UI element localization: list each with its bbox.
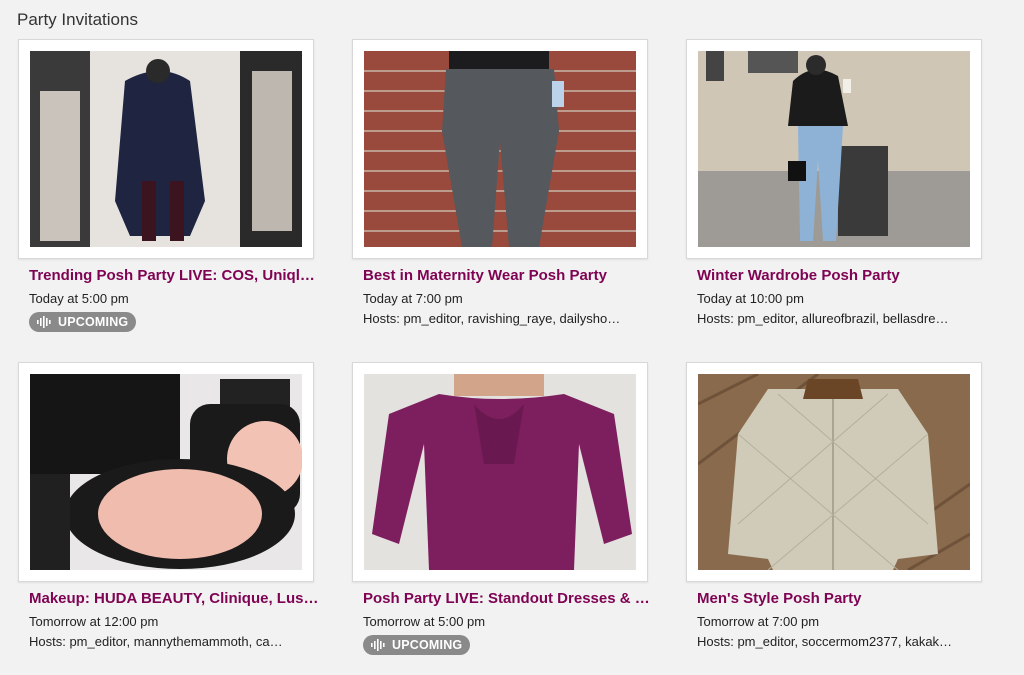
party-thumbnail[interactable] xyxy=(352,362,648,582)
party-hosts: Hosts: pm_editor, ravishing_raye, dailys… xyxy=(363,311,621,326)
page-title: Party Invitations xyxy=(17,10,138,29)
party-title[interactable]: Trending Posh Party LIVE: COS, Uniqlo… xyxy=(29,267,319,284)
party-time: Tomorrow at 12:00 pm xyxy=(29,614,159,629)
party-card-winter[interactable]: Winter Wardrobe Posh Party Today at 10:0… xyxy=(686,39,986,326)
makeup-compact-photo xyxy=(30,374,302,570)
party-title[interactable]: Men's Style Posh Party xyxy=(697,590,987,607)
upcoming-badge: UPCOMING xyxy=(29,312,137,332)
party-hosts: Hosts: pm_editor, allureofbrazil, bellas… xyxy=(697,311,949,326)
badge-label: UPCOMING xyxy=(392,638,463,652)
party-time: Today at 10:00 pm xyxy=(697,291,804,306)
party-title[interactable]: Best in Maternity Wear Posh Party xyxy=(363,267,653,284)
party-time: Tomorrow at 5:00 pm xyxy=(363,614,486,629)
street-puffer-photo xyxy=(698,51,970,247)
quilted-jacket-photo xyxy=(698,374,970,570)
party-title[interactable]: Posh Party LIVE: Standout Dresses & … xyxy=(363,590,653,607)
audio-wave-icon xyxy=(37,316,51,328)
party-time: Today at 5:00 pm xyxy=(29,291,129,306)
party-title[interactable]: Winter Wardrobe Posh Party xyxy=(697,267,987,284)
party-card-maternity[interactable]: Best in Maternity Wear Posh Party Today … xyxy=(352,39,652,326)
party-thumbnail[interactable] xyxy=(686,39,982,259)
audio-wave-icon xyxy=(371,639,385,651)
coat-mirror-photo xyxy=(30,51,302,247)
upcoming-badge: UPCOMING xyxy=(363,635,471,655)
party-card-makeup[interactable]: Makeup: HUDA BEAUTY, Clinique, Lus… Tomo… xyxy=(18,362,318,649)
brick-wall-pants-photo xyxy=(364,51,636,247)
party-card-trending[interactable]: Trending Posh Party LIVE: COS, Uniqlo… T… xyxy=(18,39,319,333)
party-time: Tomorrow at 7:00 pm xyxy=(697,614,820,629)
party-card-mens[interactable]: Men's Style Posh Party Tomorrow at 7:00 … xyxy=(686,362,986,649)
party-thumbnail[interactable] xyxy=(18,362,314,582)
party-hosts: Hosts: pm_editor, mannythemammoth, ca… xyxy=(29,634,283,649)
party-thumbnail[interactable] xyxy=(18,39,314,259)
party-time: Today at 7:00 pm xyxy=(363,291,463,306)
party-hosts: Hosts: pm_editor, soccermom2377, kakak… xyxy=(697,634,953,649)
purple-dress-photo xyxy=(364,374,636,570)
party-thumbnail[interactable] xyxy=(352,39,648,259)
party-card-dresses[interactable]: Posh Party LIVE: Standout Dresses & … To… xyxy=(352,362,652,656)
party-thumbnail[interactable] xyxy=(686,362,982,582)
party-title[interactable]: Makeup: HUDA BEAUTY, Clinique, Lus… xyxy=(29,590,319,607)
badge-label: UPCOMING xyxy=(58,315,129,329)
